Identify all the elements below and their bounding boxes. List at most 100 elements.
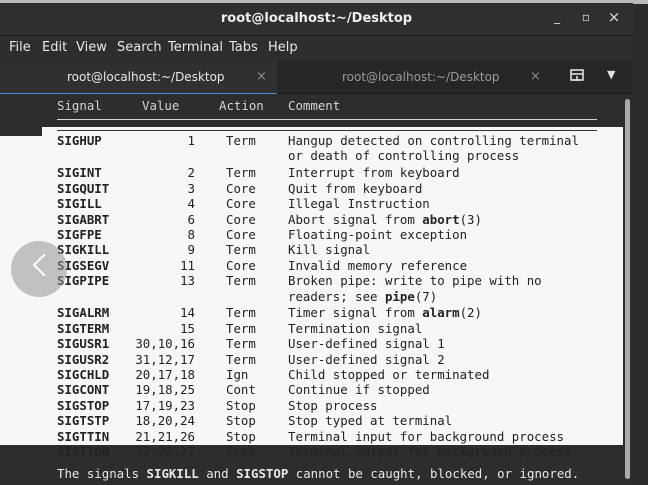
table-row: SIGTTIN 21,21,26 Stop Terminal input for ba…	[0, 429, 623, 445]
terminal-output[interactable]: Signal Value Action Comment SIGHUP 1 Term H…	[0, 94, 623, 485]
tab-desktop-2[interactable]: root@localhost:~/Desktop ×	[278, 61, 555, 93]
menu-edit[interactable]: Edit	[42, 40, 67, 55]
table-row: SIGTERM 15 Term Termination signal	[0, 321, 623, 337]
signal-action: Term	[226, 336, 256, 352]
tab-close-button[interactable]: ×	[530, 69, 541, 84]
signal-value: 2	[187, 165, 195, 181]
new-tab-icon[interactable]	[568, 68, 588, 86]
signal-name: SIGTSTP	[57, 413, 110, 429]
menu-file[interactable]: File	[9, 40, 31, 55]
signal-name: SIGILL	[57, 196, 102, 212]
signal-action: Term	[226, 165, 256, 181]
table-row: SIGUSR1 30,10,16 Term User-defined signal 1	[0, 336, 623, 352]
signal-comment: Timer signal from alarm(2)	[288, 305, 482, 321]
signal-action: Term	[226, 351, 256, 367]
menu-search[interactable]: Search	[117, 40, 162, 55]
signal-action: Core	[226, 226, 256, 242]
menu-bar: File Edit View Search Terminal Tabs Help	[0, 36, 633, 61]
signal-value: 14	[180, 305, 195, 321]
window-title: root@localhost:~/Desktop	[220, 11, 413, 26]
table-row: SIGKILL 9 Term Kill signal	[0, 242, 623, 258]
signal-action: Ign	[226, 367, 249, 383]
signal-name: SIGUSR2	[57, 351, 110, 367]
signal-name: SIGCONT	[57, 382, 110, 398]
title-bar[interactable]: root@localhost:~/Desktop _ ▫ ×	[0, 3, 633, 36]
signal-comment: Child stopped or terminated	[288, 367, 490, 383]
menu-help[interactable]: Help	[268, 40, 298, 55]
table-row: SIGSEGV 11 Core Invalid memory reference	[0, 258, 623, 274]
signal-name: SIGSTOP	[57, 397, 110, 413]
signal-action: Core	[226, 257, 256, 273]
signal-comment: Floating-point exception	[288, 226, 468, 242]
back-nav-button[interactable]	[11, 241, 67, 297]
signal-value: 15	[180, 320, 195, 336]
signal-action: Stop	[226, 444, 256, 460]
table-row: SIGINT 2 Term Interrupt from keyboard	[0, 165, 623, 181]
chevron-down-icon[interactable]: ▼	[607, 68, 615, 81]
signal-name: SIGQUIT	[57, 180, 110, 196]
signal-value: 19,18,25	[135, 382, 195, 398]
table-row: SIGTTOU 22,22,27 Stop Terminal output for b…	[0, 444, 623, 460]
signal-name: SIGALRM	[57, 305, 110, 321]
table-divider	[57, 130, 597, 131]
signal-name: SIGHUP	[57, 133, 102, 148]
terminal-window: root@localhost:~/Desktop _ ▫ × File Edit…	[0, 3, 633, 485]
signal-action: Term	[226, 320, 256, 336]
footer-note: The signals SIGKILL and SIGSTOP cannot b…	[57, 466, 580, 481]
signal-comment: Invalid memory reference	[288, 257, 468, 273]
signal-name: SIGCHLD	[57, 367, 110, 383]
table-row: SIGCONT 19,18,25 Cont Continue if stopped	[0, 382, 623, 398]
scrollbar-thumb[interactable]	[625, 99, 630, 479]
signal-name: SIGINT	[57, 165, 102, 181]
maximize-button[interactable]: ▫	[577, 10, 595, 24]
signal-comment: or death of controlling process	[288, 148, 520, 164]
scrollbar[interactable]	[623, 94, 633, 485]
signal-comment: Illegal Instruction	[288, 196, 430, 212]
tab-label: root@localhost:~/Desktop	[67, 70, 225, 84]
signal-name: SIGTTIN	[57, 428, 110, 444]
signal-comment: Continue if stopped	[288, 382, 430, 398]
signal-action: Core	[226, 180, 256, 196]
header-signal: Signal	[57, 98, 102, 113]
signal-value: 4	[187, 196, 195, 212]
header-action: Action	[219, 98, 264, 113]
table-row: SIGHUP 1 Term Hangup detected on controllin…	[0, 133, 623, 163]
menu-view[interactable]: View	[76, 40, 107, 55]
signal-action: Term	[226, 133, 256, 148]
signal-comment: Terminal output for background process	[288, 444, 572, 460]
menu-terminal[interactable]: Terminal	[168, 40, 223, 55]
signal-name: SIGFPE	[57, 226, 102, 242]
minimize-button[interactable]: _	[548, 10, 566, 24]
signal-name: SIGABRT	[57, 211, 110, 227]
table-row: SIGQUIT 3 Core Quit from keyboard	[0, 181, 623, 197]
close-button[interactable]: ×	[605, 8, 623, 26]
menu-tabs[interactable]: Tabs	[229, 40, 258, 55]
signal-action: Term	[226, 273, 256, 289]
signal-value: 11	[180, 257, 195, 273]
tab-close-button[interactable]: ×	[256, 69, 267, 84]
signal-value: 1	[187, 133, 195, 148]
signal-comment: Interrupt from keyboard	[288, 165, 460, 181]
signal-value: 6	[187, 211, 195, 227]
signal-value: 21,21,26	[135, 428, 195, 444]
tab-bar: root@localhost:~/Desktop × root@localhos…	[0, 61, 633, 95]
signal-action: Core	[226, 211, 256, 227]
table-row: SIGILL 4 Core Illegal Instruction	[0, 196, 623, 212]
signal-action: Cont	[226, 382, 256, 398]
signal-comment: Broken pipe: write to pipe with no	[288, 273, 542, 289]
header-divider	[57, 119, 597, 120]
signal-comment: Stop process	[288, 397, 378, 413]
tab-label: root@localhost:~/Desktop	[342, 70, 500, 84]
signal-value: 3	[187, 180, 195, 196]
signal-comment: Abort signal from abort(3)	[288, 211, 482, 227]
signal-value: 22,22,27	[135, 444, 195, 460]
tab-desktop-1[interactable]: root@localhost:~/Desktop ×	[0, 61, 277, 95]
table-row: SIGALRM 14 Term Timer signal from alarm(2)	[0, 305, 623, 321]
table-row: SIGSTOP 17,19,23 Stop Stop process	[0, 398, 623, 414]
signal-value: 9	[187, 242, 195, 258]
signal-name: SIGKILL	[57, 242, 110, 258]
signal-comment: Terminal input for background process	[288, 428, 565, 444]
signal-action: Term	[226, 242, 256, 258]
signal-comment: User-defined signal 2	[288, 351, 445, 367]
signal-comment: Quit from keyboard	[288, 180, 423, 196]
